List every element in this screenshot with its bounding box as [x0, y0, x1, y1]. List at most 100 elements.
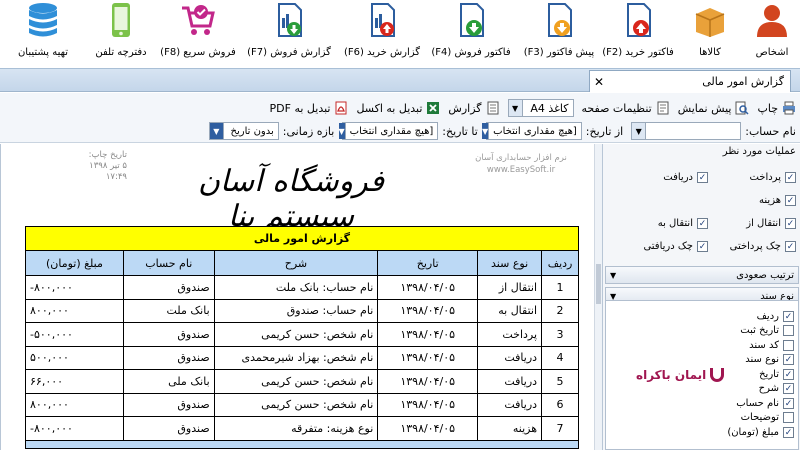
brand-watermark: ایمان باکراه: [636, 368, 725, 382]
purchase-report-button[interactable]: گزارش خرید (F6): [340, 2, 424, 66]
cell-amount: -۸۰۰,۰۰۰: [25, 416, 124, 441]
quick-sale-button[interactable]: فروش سریع (F8): [156, 2, 240, 66]
column-visibility-list: ✓ ردیف تاریخ ثبت کد سند ✓ نوع سند ✓ تاریخ ✓ شرح ✓ ن…: [605, 300, 799, 450]
op-transfer-to-label: انتقال به: [657, 218, 693, 229]
check-icon: ✓: [697, 241, 708, 252]
period-value: بدون تاریخ: [230, 125, 274, 137]
cell-date: ۱۳۹۸/۰۴/۰۵: [377, 416, 479, 441]
report-scrollbar[interactable]: [594, 144, 602, 450]
excel-export-button[interactable]: تبدیل به اکسل: [356, 101, 440, 115]
column-checkbox[interactable]: تاریخ ثبت: [696, 324, 796, 339]
from-date-select[interactable]: [هیچ مقداری انتخاب ▼: [482, 122, 582, 140]
preview-button[interactable]: پیش نمایش: [678, 101, 750, 115]
column-checkbox[interactable]: ✓ نام حساب: [696, 396, 796, 411]
op-expense-checkbox[interactable]: ✓ هزینه: [708, 195, 796, 206]
phonebook-button[interactable]: دفترچه تلفن: [88, 2, 154, 66]
op-transfer-from-checkbox[interactable]: ✓ انتقال از: [708, 218, 796, 229]
column-checkbox[interactable]: توضیحات: [696, 411, 796, 426]
chevron-down-icon: ▼: [610, 270, 617, 280]
sales-report-button[interactable]: گزارش فروش (F7): [244, 2, 334, 66]
cell-row-number: 4: [541, 345, 579, 370]
cell-date: ۱۳۹۸/۰۴/۰۵: [377, 345, 479, 370]
op-payment-checkbox[interactable]: ✓ پرداخت: [708, 172, 796, 183]
table-row: 3 پرداخت ۱۳۹۸/۰۴/۰۵ نام شخص: حسن کریمی صندوق…: [25, 322, 579, 347]
person-icon: [754, 2, 790, 38]
cell-description: نام شخص: بهزاد شیرمحمدی: [213, 345, 379, 370]
quick-sale-label: فروش سریع (F8): [160, 47, 236, 58]
cell-doc-type: انتقال به: [477, 298, 543, 323]
persons-button[interactable]: اشخاص: [744, 2, 800, 66]
cell-date: ۱۳۹۸/۰۴/۰۵: [377, 298, 479, 323]
checkbox-empty-icon: [783, 339, 794, 351]
software-info: نرم افزار حسابداری آسان www.EasySoft.ir: [456, 152, 586, 176]
op-cheque-paid-checkbox[interactable]: ✓ چک پرداختی: [708, 241, 796, 252]
brand-name: ایمان باکراه: [636, 368, 707, 382]
tab-financial-report[interactable]: ✕ گزارش امور مالی: [589, 70, 791, 92]
op-expense-label: هزینه: [759, 195, 781, 206]
to-date-select[interactable]: [هیچ مقداری انتخاب ▼: [338, 122, 439, 140]
account-select[interactable]: ▼: [631, 122, 742, 140]
paper-size-select[interactable]: کاغذ A4 ▼: [507, 99, 574, 117]
page-settings-button[interactable]: تنظیمات صفحه: [582, 101, 670, 115]
op-cheque-received-checkbox[interactable]: ✓ چک دریافتی: [620, 241, 708, 252]
cell-amount: ۸۰۰,۰۰۰: [25, 392, 124, 417]
op-cheque-received-label: چک دریافتی: [643, 241, 693, 252]
cell-doc-type: دریافت: [477, 392, 543, 417]
table-row: 5 دریافت ۱۳۹۸/۰۴/۰۵ نام شخص: حسن کریمی بانک …: [25, 369, 579, 394]
check-icon: ✓: [785, 241, 796, 252]
ops-title: عملیات مورد نظر: [722, 146, 796, 157]
paper-size-value: کاغذ A4: [530, 101, 569, 115]
table-row: 2 انتقال به ۱۳۹۸/۰۴/۰۵ نام حساب: صندوق بانک …: [25, 298, 579, 323]
cell-row-number: 6: [541, 392, 579, 417]
chevron-down-icon: ▼: [338, 123, 346, 139]
store-title: فروشگاه آسان سیستم بنا: [197, 164, 385, 234]
column-checkbox[interactable]: ✓ شرح: [696, 382, 796, 397]
report-button[interactable]: گزارش: [448, 101, 499, 115]
cell-doc-type: انتقال از: [477, 275, 543, 300]
column-checkbox[interactable]: ✓ مبلغ (تومان): [696, 425, 796, 440]
op-transfer-to-checkbox[interactable]: ✓ انتقال به: [620, 218, 708, 229]
report-toolbar: چاپ پیش نمایش تنظیمات صفحه کاغذ A4 ▼ گزا…: [0, 93, 800, 143]
column-checkbox-label: تاریخ: [759, 368, 779, 380]
chevron-down-icon: ▼: [209, 123, 224, 139]
cell-account-name: صندوق: [122, 392, 215, 417]
print-date-label: تاریخ چاپ:: [88, 150, 127, 160]
close-tab-icon[interactable]: ✕: [590, 75, 608, 89]
toolbar-row-filters: نام حساب: ▼ از تاریخ: [هیچ مقداری انتخاب…: [201, 121, 796, 141]
chart-report-icon: [364, 2, 400, 38]
cell-row-number: 7: [541, 416, 579, 441]
pdf-export-button[interactable]: تبدیل به PDF: [270, 101, 349, 115]
invoice-download-green-icon: [453, 2, 489, 38]
purchase-invoice-label: فاکتور خرید (F2): [602, 47, 674, 58]
col-header-account: نام حساب: [122, 250, 215, 276]
period-select[interactable]: بدون تاریخ ▼: [208, 122, 279, 140]
check-icon: ✓: [783, 397, 794, 409]
check-icon: ✓: [785, 195, 796, 206]
to-date-value: [هیچ مقداری انتخاب: [349, 125, 434, 137]
cell-account-name: صندوق: [122, 416, 215, 441]
column-checkbox[interactable]: ✓ ردیف: [696, 309, 796, 324]
checkbox-empty-icon: [783, 412, 794, 424]
persons-label: اشخاص: [755, 47, 789, 58]
check-icon: ✓: [785, 172, 796, 183]
scrollbar-thumb[interactable]: [596, 264, 601, 304]
backup-button[interactable]: تهیه پشتیبان: [2, 2, 84, 66]
from-date-label: از تاریخ:: [585, 124, 624, 138]
col-header-date: تاریخ: [377, 250, 479, 276]
goods-button[interactable]: کالاها: [682, 2, 738, 66]
print-button[interactable]: چاپ: [757, 101, 796, 115]
column-checkbox[interactable]: ✓ نوع سند: [696, 353, 796, 368]
purchase-invoice-button[interactable]: فاکتور خرید (F2): [601, 2, 675, 66]
op-payment-label: پرداخت: [749, 172, 781, 183]
cell-doc-type: دریافت: [477, 369, 543, 394]
cell-date: ۱۳۹۸/۰۴/۰۵: [377, 392, 479, 417]
sort-ascending-section[interactable]: ترتیب صعودی ▼: [605, 266, 799, 284]
column-checkbox[interactable]: کد سند: [696, 338, 796, 353]
sales-invoice-button[interactable]: فاکتور فروش (F4): [428, 2, 514, 66]
software-name: نرم افزار حسابداری آسان: [475, 153, 567, 163]
cell-date: ۱۳۹۸/۰۴/۰۵: [377, 275, 479, 300]
cell-row-number: 3: [541, 322, 579, 347]
op-receive-checkbox[interactable]: ✓ دریافت: [620, 172, 708, 183]
proforma-button[interactable]: پیش فاکتور (F3): [522, 2, 596, 66]
print-info: تاریخ چاپ: ۵ تیر ۱۳۹۸ ۱۷:۴۹: [73, 150, 127, 183]
